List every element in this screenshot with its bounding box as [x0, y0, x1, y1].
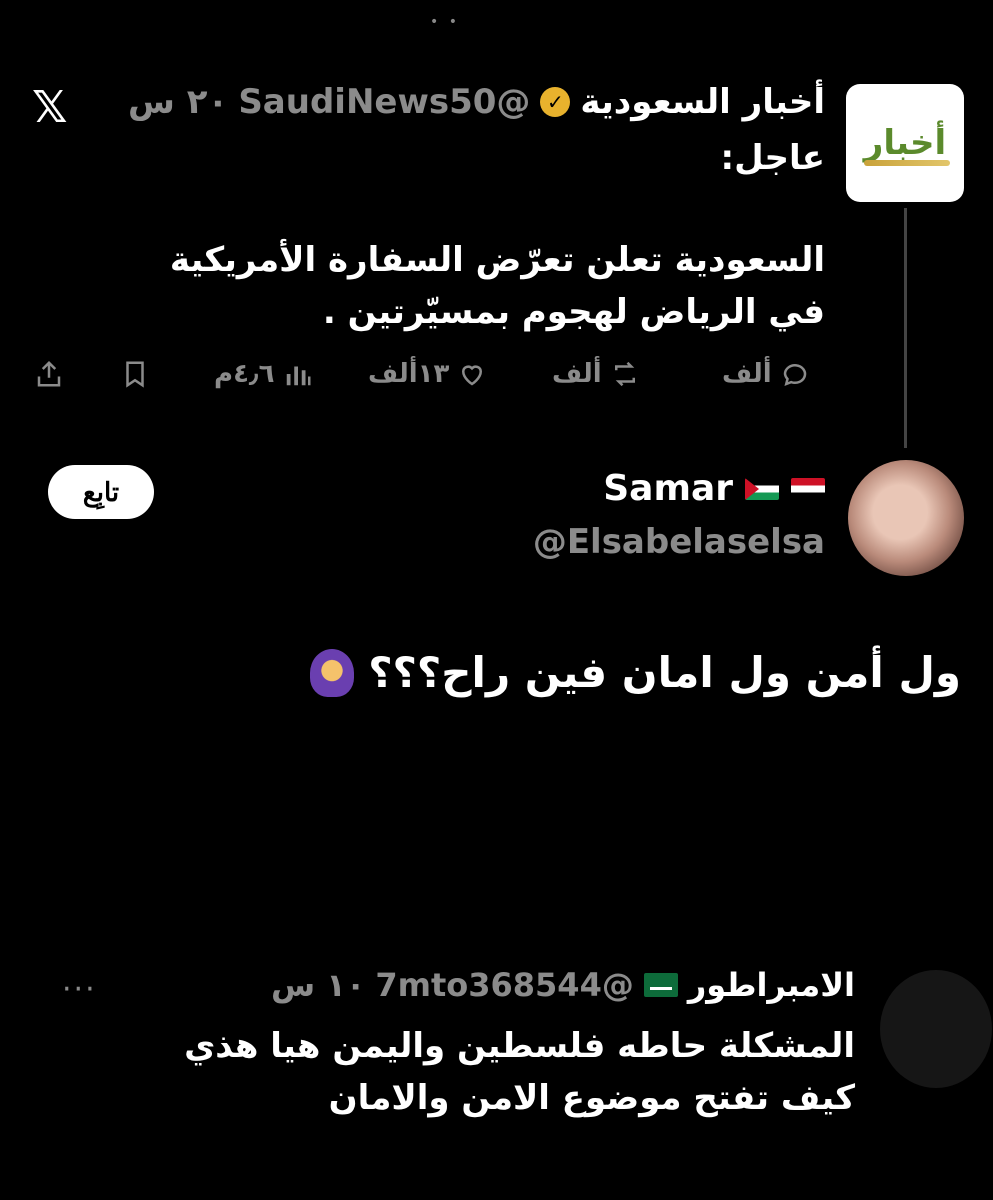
saudi-flag-icon [643, 973, 678, 997]
palestine-flag-icon [745, 477, 779, 500]
avatar-logo-swoosh [864, 160, 950, 166]
reply-author-avatar[interactable] [880, 970, 992, 1088]
quoted-tweet-label: عاجل: [720, 138, 825, 178]
quoted-tweet-time[interactable]: ٢٠ س [128, 82, 228, 122]
more-options-icon[interactable]: ··· [62, 972, 97, 1007]
follow-button[interactable]: تابِع [48, 465, 154, 519]
saudi-news-avatar[interactable]: أخبار [846, 84, 964, 202]
views-action[interactable]: ٤٫٦م [214, 352, 313, 396]
main-tweet-text: ول أمن ول امان فين راح؟؟؟ [368, 648, 961, 697]
repost-icon [610, 359, 640, 389]
verified-badge-icon: ✓ [540, 87, 571, 117]
reply-count: ألف [722, 359, 772, 389]
woman-gesturing-no-emoji-icon [310, 648, 355, 697]
thread-connector-line [904, 208, 907, 448]
egypt-flag-icon [791, 477, 825, 500]
like-action[interactable]: ١٣ألف [368, 352, 487, 396]
avatar-logo-text: أخبار [863, 123, 947, 163]
reply-author-handle[interactable]: @7mto368544 [375, 966, 633, 1004]
drag-handle-dots: • • [430, 14, 460, 30]
share-action[interactable] [34, 352, 64, 396]
main-author-handle[interactable]: @Elsabelaselsa [533, 522, 825, 562]
reply-time[interactable]: ١٠ س [271, 966, 365, 1004]
quoted-author-name[interactable]: أخبار السعودية [580, 82, 825, 122]
analytics-icon [283, 359, 313, 389]
quoted-tweet-header: أخبار السعودية ✓ @SaudiNews50 ٢٠ س [128, 82, 825, 122]
reply-body: المشكلة حاطه فلسطين واليمن هيا هذي كيف ت… [184, 1026, 855, 1118]
repost-action[interactable]: ألف [552, 352, 640, 396]
heart-icon [457, 359, 487, 389]
samar-avatar[interactable] [848, 460, 964, 576]
reply-action[interactable]: ألف [722, 352, 810, 396]
main-tweet-body-row: ول أمن ول امان فين راح؟؟؟ [310, 648, 961, 697]
views-count: ٤٫٦م [214, 359, 275, 389]
x-logo-icon: 𝕏 [32, 82, 68, 133]
like-count: ١٣ألف [368, 359, 450, 389]
quoted-author-handle[interactable]: @SaudiNews50 [238, 82, 530, 122]
repost-count: ألف [552, 359, 602, 389]
share-icon [34, 359, 64, 389]
bookmark-icon [120, 359, 150, 389]
reply-icon [780, 359, 810, 389]
reply-author-name[interactable]: الامبراطور [688, 966, 855, 1004]
main-author-name[interactable]: Samar [603, 468, 733, 509]
quoted-tweet-body: السعودية تعلن تعرّض السفارة الأمريكية في… [169, 240, 825, 332]
reply-header: الامبراطور @7mto368544 ١٠ س [271, 966, 855, 1004]
main-author-row: Samar [603, 468, 825, 509]
bookmark-action[interactable] [120, 352, 150, 396]
